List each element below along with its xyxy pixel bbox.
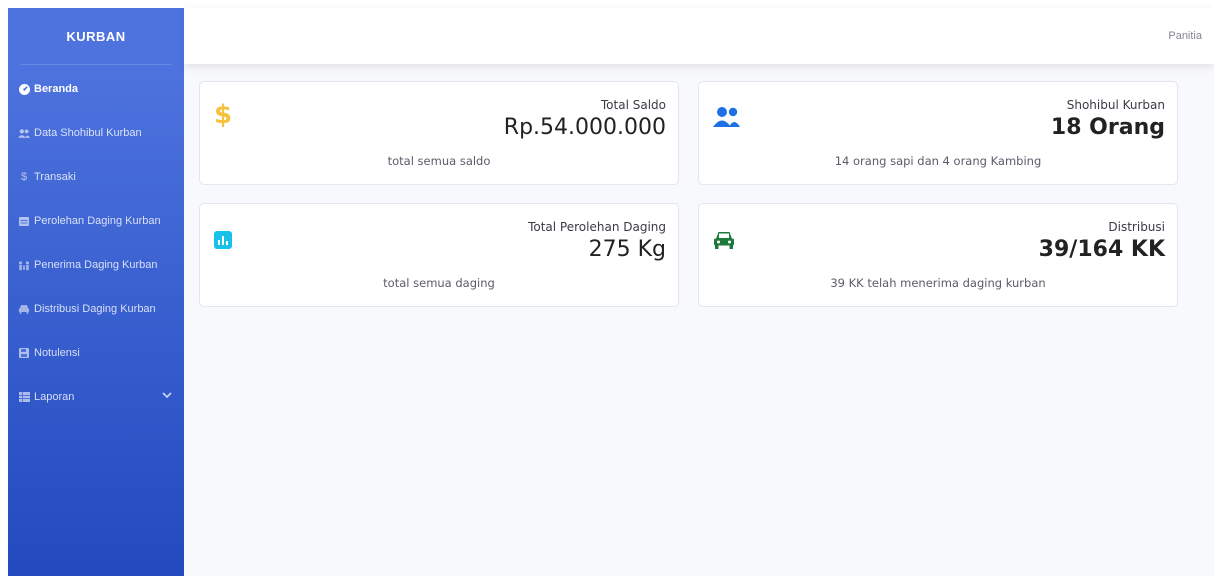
chevron-down-icon[interactable] (162, 390, 172, 402)
card-title: Shohibul Kurban (1066, 98, 1165, 112)
card-footer: 39 KK telah menerima daging kurban (830, 276, 1046, 290)
table-icon (18, 391, 30, 403)
sidebar-item-label: Beranda (34, 83, 79, 95)
calendar-icon (18, 215, 30, 227)
card-title: Distribusi (1108, 220, 1165, 234)
brand-logo[interactable]: KURBAN (8, 8, 184, 64)
sidebar-divider (20, 64, 172, 65)
card-footer: total semua daging (383, 276, 495, 290)
main-content: Panitia $ Total Saldo Rp.54.000.000 tota… (184, 8, 1214, 576)
distribusi-card: Distribusi 39/164 KK 39 KK telah menerim… (698, 203, 1178, 307)
chart-icon (214, 231, 232, 253)
people-icon (18, 259, 30, 271)
car-icon (18, 303, 30, 315)
sidebar-item-label: Notulensi (34, 347, 80, 359)
card-footer: 14 orang sapi dan 4 orang Kambing (834, 154, 1042, 168)
topbar: Panitia (184, 8, 1214, 64)
car-icon (713, 230, 735, 254)
sidebar: KURBAN Beranda Data Shohibul Kurban $ Tr… (8, 8, 184, 576)
card-title: Total Saldo (600, 98, 666, 112)
dollar-icon: $ (20, 171, 28, 183)
perolehan-daging-card: Total Perolehan Daging 275 Kg total semu… (199, 203, 679, 307)
card-value: Rp.54.000.000 (503, 115, 666, 140)
card-footer: total semua saldo (387, 154, 491, 168)
card-value: 18 Orang (1050, 115, 1165, 140)
dollar-icon: $ (214, 100, 233, 130)
card-value: 39/164 KK (1038, 237, 1165, 262)
sidebar-item-perolehan[interactable]: Perolehan Daging Kurban (8, 199, 184, 243)
sidebar-item-transaki[interactable]: $ Transaki (8, 155, 184, 199)
card-title: Total Perolehan Daging (528, 220, 666, 234)
sidebar-item-distribusi[interactable]: Distribusi Daging Kurban (8, 287, 184, 331)
sidebar-item-label: Data Shohibul Kurban (34, 127, 142, 139)
sidebar-item-penerima[interactable]: Penerima Daging Kurban (8, 243, 184, 287)
sidebar-item-laporan[interactable]: Laporan (8, 375, 184, 419)
shohibul-kurban-card: Shohibul Kurban 18 Orang 14 orang sapi d… (698, 81, 1178, 185)
sidebar-item-label: Distribusi Daging Kurban (34, 303, 156, 315)
users-icon (713, 106, 741, 132)
sidebar-item-data-shohibul[interactable]: Data Shohibul Kurban (8, 111, 184, 155)
users-icon (18, 127, 30, 139)
sidebar-item-label: Transaki (34, 171, 76, 183)
sidebar-item-label: Perolehan Daging Kurban (34, 215, 161, 227)
sidebar-item-beranda[interactable]: Beranda (8, 67, 184, 111)
save-icon (18, 347, 30, 359)
total-saldo-card: $ Total Saldo Rp.54.000.000 total semua … (199, 81, 679, 185)
sidebar-item-label: Penerima Daging Kurban (34, 259, 158, 271)
card-value: 275 Kg (588, 237, 666, 262)
sidebar-item-notulensi[interactable]: Notulensi (8, 331, 184, 375)
sidebar-item-label: Laporan (34, 391, 75, 403)
user-menu[interactable]: Panitia (1168, 30, 1202, 42)
dashboard-icon (18, 83, 30, 95)
